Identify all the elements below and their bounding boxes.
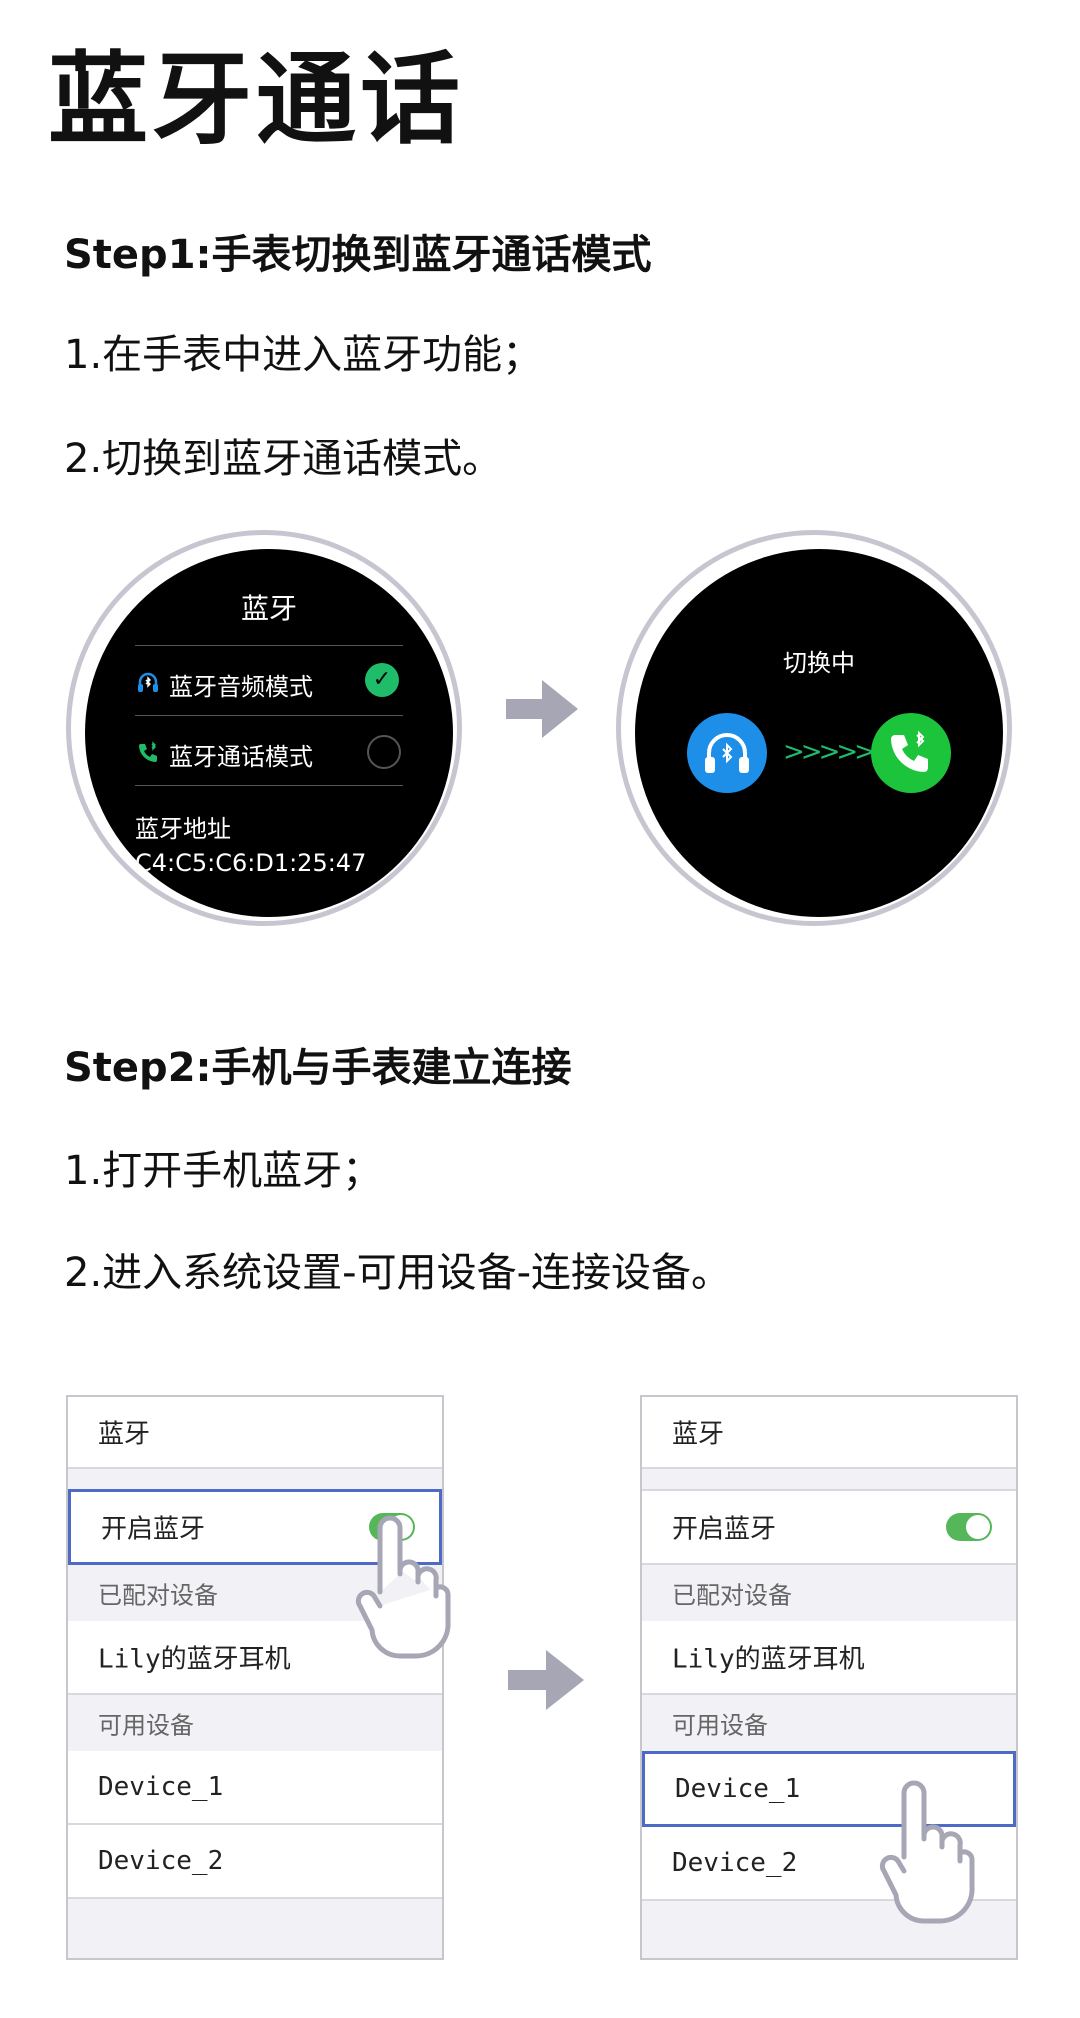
tap-hand-icon	[355, 1515, 451, 1659]
step2-line-2: 2.进入系统设置-可用设备-连接设备。	[64, 1250, 732, 1296]
phone-bluetooth-panel-1: 蓝牙 开启蓝牙 已配对设备 Lily的蓝牙耳机 可用设备 Device_1 De…	[66, 1395, 444, 1960]
paired-device-row[interactable]: Lily的蓝牙耳机	[642, 1621, 1016, 1695]
watch-screen: 蓝牙 蓝牙音频模式 ✓ 蓝牙通话模式 蓝牙地址 C4:C5:C6:D1:25:4…	[85, 549, 453, 917]
available-section-label: 可用设备	[672, 1711, 768, 1740]
phone-bluetooth-icon	[871, 713, 951, 793]
bluetooth-toggle[interactable]	[946, 1513, 992, 1541]
check-selected-icon: ✓	[365, 663, 399, 697]
page-title: 蓝牙通话	[48, 41, 464, 158]
audio-mode-row[interactable]: 蓝牙音频模式	[135, 667, 313, 702]
progress-arrows: >>>>>	[783, 737, 876, 767]
watch-bluetooth-settings: 蓝牙 蓝牙音频模式 ✓ 蓝牙通话模式 蓝牙地址 C4:C5:C6:D1:25:4…	[66, 530, 462, 926]
step2-line-1: 1.打开手机蓝牙；	[64, 1148, 383, 1194]
bluetooth-toggle-row[interactable]: 开启蓝牙	[642, 1489, 1016, 1565]
watch-screen: 切换中 >>>>>	[635, 549, 1003, 917]
radio-unselected-icon	[367, 735, 401, 769]
bt-address-value: C4:C5:C6:D1:25:47	[135, 849, 367, 877]
arrow-right-icon	[506, 680, 578, 738]
tap-hand-icon	[879, 1780, 975, 1924]
watch-switching: 切换中 >>>>>	[616, 530, 1012, 926]
panel-header: 蓝牙	[68, 1397, 442, 1469]
panel-header: 蓝牙	[642, 1397, 1016, 1469]
device-2-row[interactable]: Device_2	[68, 1825, 442, 1899]
watch-title: 蓝牙	[240, 592, 297, 625]
step1-heading: Step1:手表切换到蓝牙通话模式	[64, 232, 652, 278]
step1-line-1: 1.在手表中进入蓝牙功能；	[64, 332, 543, 378]
phone-bluetooth-icon	[135, 741, 161, 771]
call-mode-label: 蓝牙通话模式	[169, 743, 313, 771]
headphone-bluetooth-icon	[135, 671, 161, 701]
switching-label: 切换中	[783, 649, 855, 677]
step2-heading: Step2:手机与手表建立连接	[64, 1045, 572, 1091]
available-section-label: 可用设备	[98, 1711, 194, 1740]
step1-line-2: 2.切换到蓝牙通话模式。	[64, 436, 503, 482]
paired-section-label: 已配对设备	[672, 1581, 792, 1610]
audio-mode-label: 蓝牙音频模式	[169, 673, 313, 701]
arrow-right-icon	[508, 1650, 584, 1710]
bt-address-label: 蓝牙地址	[135, 815, 231, 843]
divider	[135, 785, 403, 786]
call-mode-row[interactable]: 蓝牙通话模式	[135, 737, 313, 772]
device-1-row[interactable]: Device_1	[68, 1751, 442, 1825]
divider	[135, 715, 403, 716]
headphone-bluetooth-icon	[687, 713, 767, 793]
divider	[135, 645, 403, 646]
